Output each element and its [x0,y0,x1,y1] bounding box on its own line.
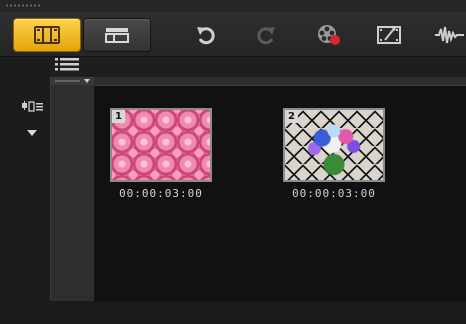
clip-duration: 00:00:03:00 [119,187,203,200]
storyboard-clip-2[interactable]: 2 00:00:03:00 [283,108,385,200]
thumbnail-image [285,110,383,180]
undo-button[interactable] [191,21,221,49]
thumbnail-image [112,110,210,180]
clip-number: 1 [112,110,125,123]
horizontal-scrollbar-area[interactable] [50,301,466,324]
toolbar [0,12,466,57]
film-edit-icon [377,26,401,44]
timeline-ruler[interactable] [94,77,466,86]
storyboard-clip-1[interactable]: 1 00:00:03:00 [110,108,212,200]
grip-dots [5,4,41,7]
record-capture-button[interactable] [314,21,344,49]
zoom-arrow-icon [55,79,90,83]
film-edit-button[interactable] [374,21,404,49]
audio-button[interactable] [434,21,464,49]
storyboard-view-button[interactable] [14,19,80,51]
audio-waveform-icon [435,26,464,44]
redo-icon [257,27,275,45]
record-capture-icon [318,25,340,45]
storyboard-area[interactable]: 1 00:00:03:00 2 00:00:03:00 [94,86,466,301]
track-column [50,77,95,301]
redo-button[interactable] [251,21,281,49]
timeline-icon [105,28,129,43]
sidebar [0,57,50,324]
track-manager-icon[interactable] [54,57,80,73]
undo-icon [197,27,215,45]
editor-window: 1 00:00:03:00 2 00:00:03:00 [0,0,466,324]
add-track-icon[interactable] [22,101,44,113]
track-header [50,57,466,77]
panel-grip[interactable] [0,0,466,12]
clip-duration: 00:00:03:00 [292,187,376,200]
zoom-control[interactable] [50,77,94,85]
dropdown-arrow-icon[interactable] [27,130,37,136]
clip-thumbnail[interactable]: 1 [110,108,212,182]
filmstrip-icon [34,26,60,44]
clip-thumbnail[interactable]: 2 [283,108,385,182]
clip-number: 2 [285,110,298,123]
timeline-view-button[interactable] [84,19,150,51]
